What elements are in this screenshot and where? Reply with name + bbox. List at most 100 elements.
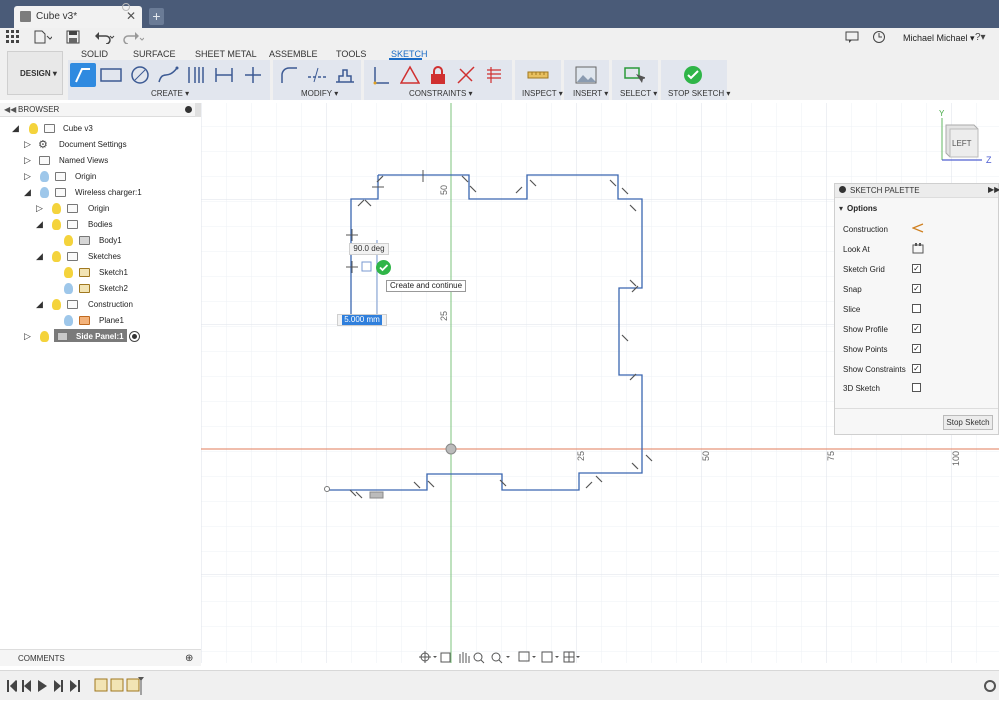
- visibility-bulb-icon[interactable]: [52, 251, 61, 262]
- tree-item-body1[interactable]: Body1: [0, 234, 200, 249]
- tree-item-wireless-charger[interactable]: ◢ Wireless charger:1: [0, 186, 200, 201]
- visibility-bulb-icon[interactable]: [52, 219, 61, 230]
- expand-arrow-icon[interactable]: ▷: [24, 139, 31, 150]
- midpoint-constraint-icon[interactable]: [453, 63, 479, 87]
- point-tool-icon[interactable]: [240, 63, 266, 87]
- save-icon[interactable]: [66, 30, 80, 48]
- undo-icon[interactable]: [94, 30, 116, 48]
- expand-arrow-icon[interactable]: ▷: [24, 331, 31, 342]
- constraints-group-label[interactable]: CONSTRAINTS ▾: [409, 89, 473, 98]
- expand-arrow-icon[interactable]: ▷: [24, 171, 31, 182]
- construction-toggle-icon[interactable]: [911, 222, 924, 237]
- new-tab-button[interactable]: +: [149, 8, 164, 25]
- angle-dimension-input[interactable]: 90.0 deg: [349, 243, 389, 255]
- length-dimension-box[interactable]: 5.000 mm: [337, 314, 387, 326]
- collapse-section-icon[interactable]: ▾: [839, 204, 843, 213]
- show-constraints-checkbox[interactable]: ✓: [912, 364, 921, 373]
- stop-sketch-button[interactable]: Stop Sketch: [943, 415, 993, 430]
- 3d-sketch-checkbox[interactable]: [912, 383, 921, 392]
- timeline-sketch-icon[interactable]: [94, 678, 108, 692]
- tree-item-cube[interactable]: ◢ Cube v3: [0, 122, 200, 137]
- tab-sheet-metal[interactable]: SHEET METAL: [195, 49, 257, 59]
- expand-arrow-icon[interactable]: ▷: [36, 203, 43, 214]
- select-tool-icon[interactable]: [621, 63, 647, 87]
- browser-pin-icon[interactable]: [185, 106, 192, 113]
- collapse-arrow-icon[interactable]: ◢: [12, 123, 19, 134]
- tree-item-side-panel[interactable]: ▷ Side Panel:1: [0, 330, 200, 345]
- user-account-menu[interactable]: Michael Michael ▾: [903, 33, 975, 44]
- fix-constraint-icon[interactable]: [425, 63, 451, 87]
- show-points-checkbox[interactable]: ✓: [912, 344, 921, 353]
- collapse-arrow-icon[interactable]: ◢: [36, 299, 43, 310]
- visibility-bulb-icon[interactable]: [29, 123, 38, 134]
- slot-tool-icon[interactable]: [183, 63, 209, 87]
- file-menu-icon[interactable]: [34, 30, 54, 48]
- timeline-playback[interactable]: [5, 677, 81, 695]
- collapse-browser-icon[interactable]: ◀◀: [4, 105, 16, 114]
- select-group-label[interactable]: SELECT ▾: [620, 89, 657, 98]
- confirm-check-icon[interactable]: [376, 260, 391, 275]
- snap-checkbox[interactable]: ✓: [912, 284, 921, 293]
- offset-tool-icon[interactable]: [332, 63, 358, 87]
- create-group-label[interactable]: CREATE ▾: [151, 89, 189, 98]
- tree-item-sketches[interactable]: ◢ Sketches: [0, 250, 200, 265]
- visibility-bulb-icon[interactable]: [52, 299, 61, 310]
- rectangle-tool-icon[interactable]: [98, 63, 124, 87]
- collapse-arrow-icon[interactable]: ◢: [36, 251, 43, 262]
- dimension-tool-icon[interactable]: [211, 63, 237, 87]
- visibility-bulb-icon[interactable]: [64, 267, 73, 278]
- expand-palette-icon[interactable]: ▶▶: [988, 185, 999, 194]
- activate-radio-icon[interactable]: [129, 331, 140, 342]
- collapse-arrow-icon[interactable]: ◢: [36, 219, 43, 230]
- browser-resize-handle[interactable]: [195, 103, 201, 117]
- tree-item-named-views[interactable]: ▷ Named Views: [0, 154, 200, 169]
- timeline-settings-gear-icon[interactable]: [983, 679, 997, 693]
- visibility-bulb-icon[interactable]: [64, 235, 73, 246]
- workspace-switcher[interactable]: DESIGN ▾: [7, 51, 63, 95]
- tree-item-plane1[interactable]: Plane1: [0, 314, 200, 329]
- inspect-group-label[interactable]: INSPECT ▾: [522, 89, 563, 98]
- line-tool-icon[interactable]: [70, 63, 96, 87]
- visibility-bulb-icon[interactable]: [52, 203, 61, 214]
- visibility-bulb-icon[interactable]: [64, 283, 73, 294]
- length-dimension-input[interactable]: 5.000 mm: [342, 315, 382, 325]
- measure-tool-icon[interactable]: [525, 63, 551, 87]
- tree-item-sketch2[interactable]: Sketch2: [0, 282, 200, 297]
- visibility-bulb-icon[interactable]: [40, 171, 49, 182]
- job-status-icon[interactable]: [872, 30, 886, 48]
- visibility-bulb-icon[interactable]: [40, 331, 49, 342]
- timeline-marker[interactable]: [137, 676, 145, 696]
- tab-assemble[interactable]: ASSEMBLE: [269, 49, 318, 59]
- add-comment-icon[interactable]: ⊕: [185, 654, 193, 664]
- visibility-bulb-icon[interactable]: [64, 315, 73, 326]
- finish-sketch-icon[interactable]: [680, 63, 706, 87]
- triangle-constraint-icon[interactable]: [397, 63, 423, 87]
- slice-checkbox[interactable]: [912, 304, 921, 313]
- visibility-bulb-icon[interactable]: [40, 187, 49, 198]
- look-at-icon[interactable]: [912, 242, 924, 257]
- insert-image-icon[interactable]: [573, 63, 599, 87]
- close-tab-icon[interactable]: ✕: [126, 9, 136, 23]
- show-profile-checkbox[interactable]: ✓: [912, 324, 921, 333]
- document-tab[interactable]: Cube v3* ✕: [14, 3, 142, 28]
- app-grid-icon[interactable]: [6, 30, 20, 48]
- help-menu[interactable]: ?▾: [975, 32, 986, 43]
- timeline-sketch-icon[interactable]: [110, 678, 124, 692]
- tree-item-construction[interactable]: ◢ Construction: [0, 298, 200, 313]
- modify-group-label[interactable]: MODIFY ▾: [301, 89, 338, 98]
- options-section-title[interactable]: Options: [847, 204, 877, 213]
- spline-tool-icon[interactable]: [155, 63, 181, 87]
- tree-item-document-settings[interactable]: ▷ ⚙ Document Settings: [0, 138, 200, 153]
- tab-tools[interactable]: TOOLS: [336, 49, 366, 59]
- tab-surface[interactable]: SURFACE: [133, 49, 176, 59]
- redo-icon[interactable]: [122, 30, 145, 48]
- coincident-constraint-icon[interactable]: [368, 63, 394, 87]
- tab-solid[interactable]: SOLID: [81, 49, 108, 59]
- fillet-tool-icon[interactable]: [276, 63, 302, 87]
- expand-arrow-icon[interactable]: ▷: [24, 155, 31, 166]
- tree-item-origin[interactable]: ▷ Origin: [0, 170, 200, 185]
- palette-pin-icon[interactable]: [839, 186, 846, 193]
- sketch-grid-checkbox[interactable]: ✓: [912, 264, 921, 273]
- equal-constraint-icon[interactable]: [481, 63, 507, 87]
- tree-item-origin-nested[interactable]: ▷ Origin: [0, 202, 200, 217]
